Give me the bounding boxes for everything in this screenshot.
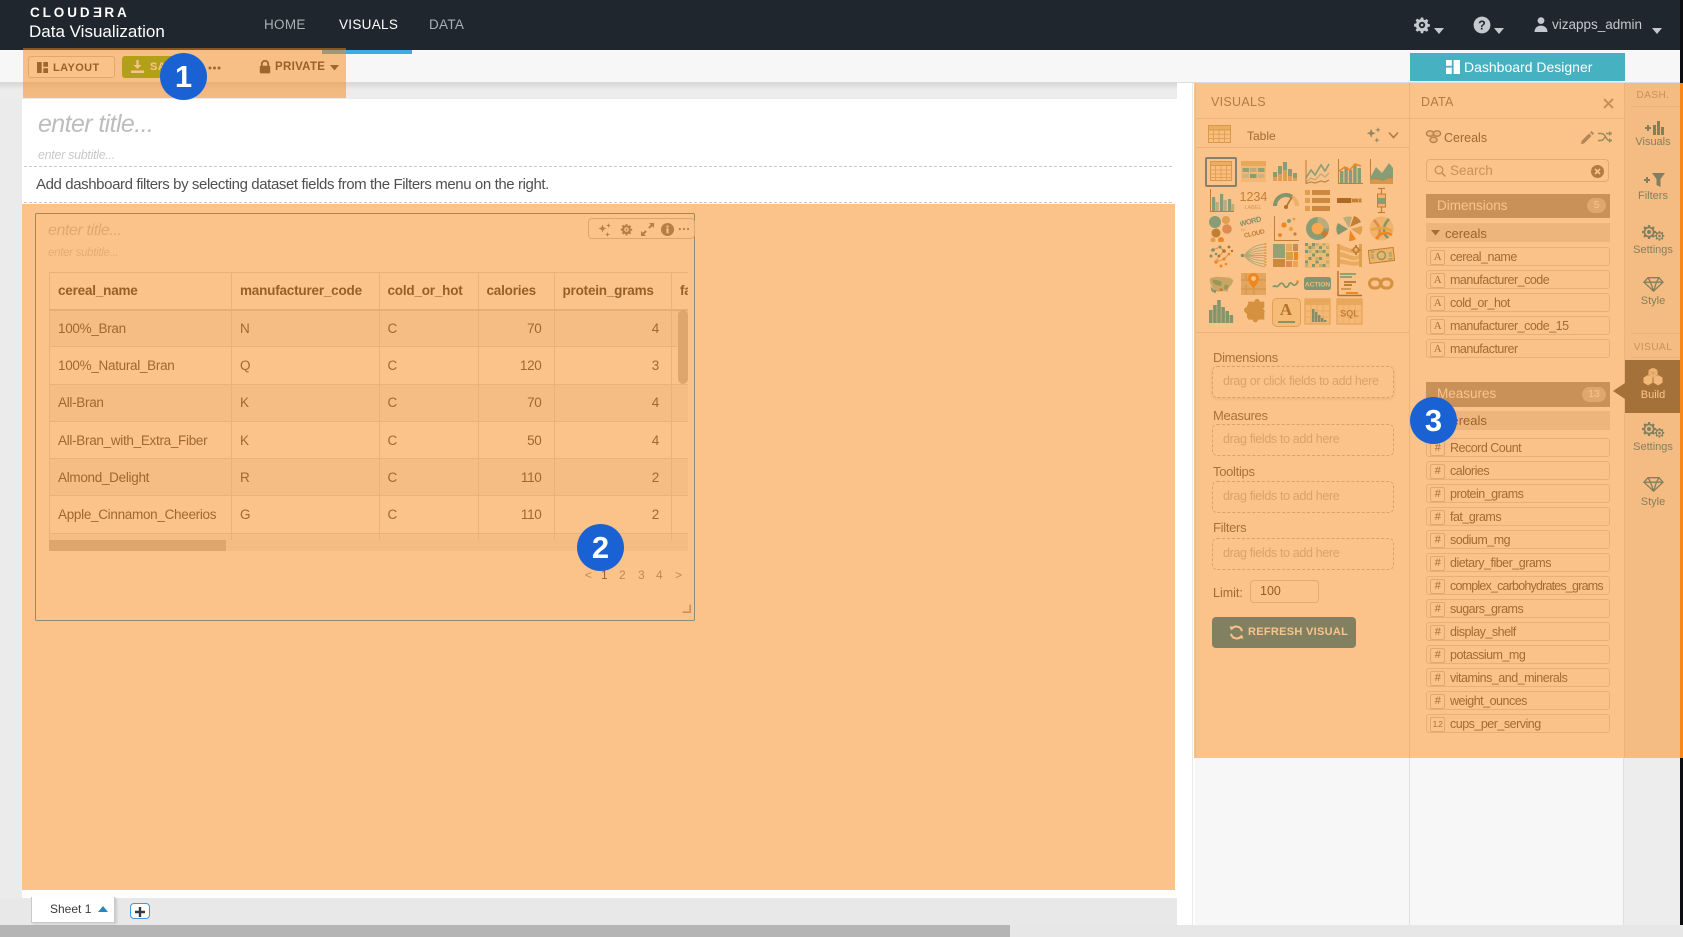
svg-text:?: ?: [1478, 18, 1486, 32]
